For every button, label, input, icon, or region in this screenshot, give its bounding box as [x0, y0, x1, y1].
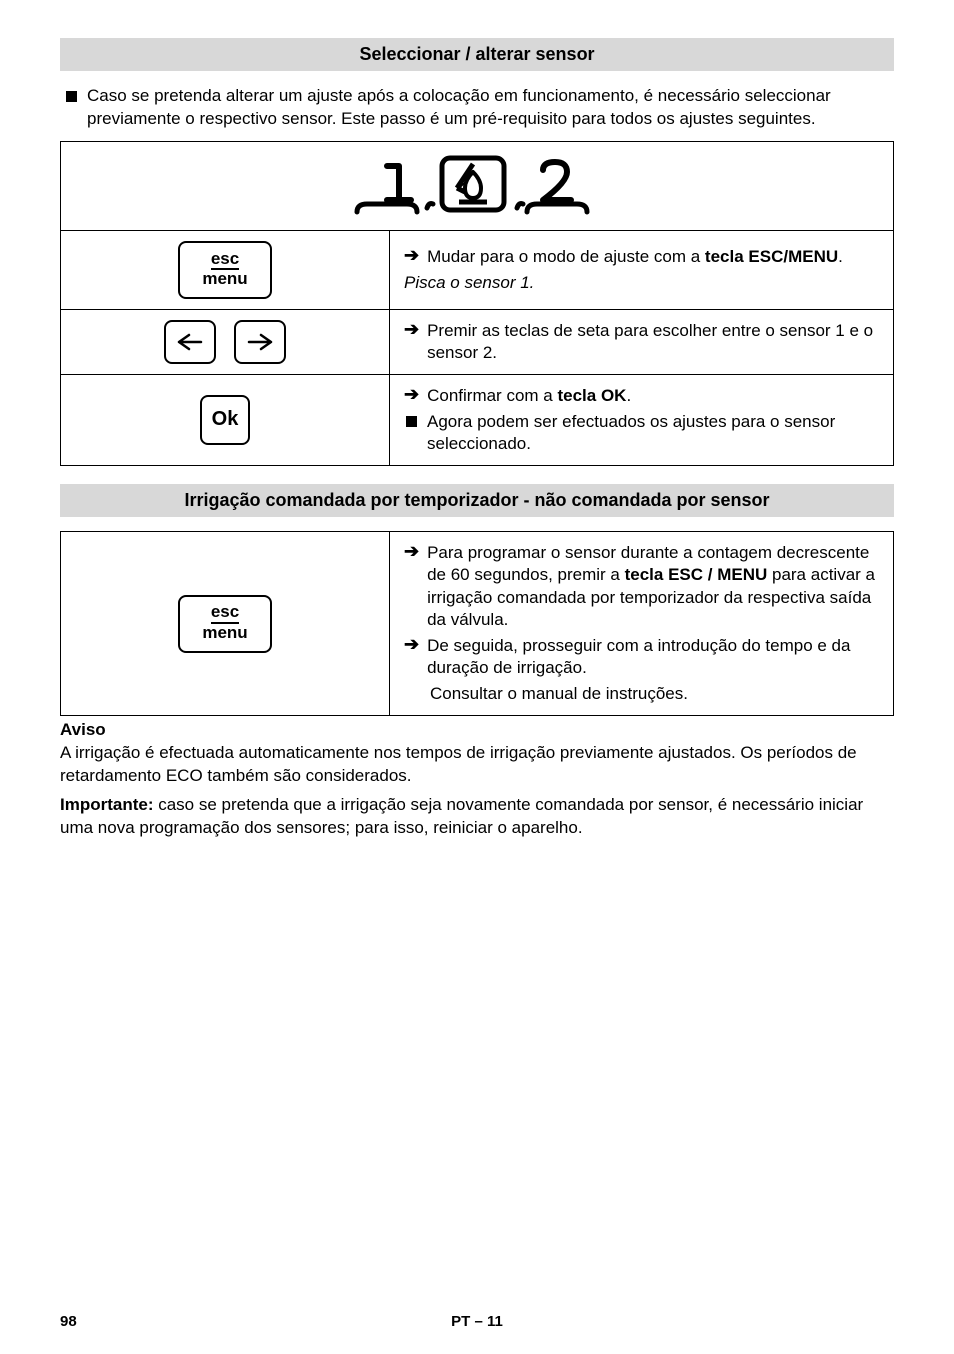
arrow-right-icon: ➔ [404, 635, 419, 655]
intro-paragraph: Caso se pretenda alterar um ajuste após … [60, 85, 894, 131]
arrow-right-icon: ➔ [404, 542, 419, 562]
sensor-1-2-icon [347, 152, 607, 220]
row4-text-cell: ➔ Confirmar com a tecla OK. Agora podem … [390, 375, 894, 466]
arrow-right-icon: ➔ [404, 385, 419, 405]
row2-text-cell: ➔ Mudar para o modo de ajuste com a tecl… [390, 230, 894, 309]
esc-menu-button-cell-2: esc menu [61, 532, 390, 716]
menu-label-2: menu [202, 624, 247, 642]
row4-line1-bold: tecla OK [557, 386, 626, 405]
row3-text-cell: ➔ Premir as teclas de seta para escolher… [390, 309, 894, 374]
arrow-buttons-cell [61, 309, 390, 374]
sensor-glyph-cell [61, 141, 894, 230]
arrow-right-icon: ➔ [404, 320, 419, 340]
s2-line2: De seguida, prosseguir com a introdução … [427, 635, 879, 679]
s2-line3: Consultar o manual de instruções. [430, 683, 879, 705]
section-title-1: Seleccionar / alterar sensor [60, 38, 894, 71]
row4-line1-c: . [626, 386, 631, 405]
esc-menu-button-icon: esc menu [178, 595, 272, 653]
row3-line: Premir as teclas de seta para escolher e… [427, 320, 879, 364]
instruction-table-2: esc menu ➔ Para programar o sensor duran… [60, 531, 894, 716]
section-title-2: Irrigação comandada por temporizador - n… [60, 484, 894, 517]
row2-line1-bold: tecla ESC/MENU [705, 247, 838, 266]
s2-text-cell: ➔ Para programar o sensor durante a cont… [390, 532, 894, 716]
menu-label: menu [202, 270, 247, 288]
row2-line1-c: . [838, 247, 843, 266]
row2-line2: Pisca o sensor 1. [404, 272, 879, 294]
row2-line1: Mudar para o modo de ajuste com a tecla … [427, 246, 879, 268]
row4-line1: Confirmar com a tecla OK. [427, 385, 879, 407]
ok-label: Ok [212, 409, 239, 430]
arrow-right-icon: ➔ [404, 246, 419, 266]
esc-label-2: esc [211, 603, 239, 624]
instruction-table-1: esc menu ➔ Mudar para o modo de ajuste c… [60, 141, 894, 466]
s2-line1: Para programar o sensor durante a contag… [427, 542, 879, 630]
bullet-square-icon [66, 91, 77, 102]
aviso-p2-text: caso se pretenda que a irrigação seja no… [60, 795, 863, 837]
row2-line1-a: Mudar para o modo de ajuste com a [427, 247, 705, 266]
row4-line1-a: Confirmar com a [427, 386, 557, 405]
aviso-paragraph-1: A irrigação é efectuada automaticamente … [60, 742, 894, 788]
ok-button-icon: Ok [200, 395, 251, 445]
esc-menu-button-icon: esc menu [178, 241, 272, 299]
arrow-right-button-icon [234, 320, 286, 364]
footer-center: PT – 11 [60, 1313, 894, 1330]
esc-menu-button-cell: esc menu [61, 230, 390, 309]
aviso-p2-bold: Importante: [60, 795, 154, 814]
intro-text: Caso se pretenda alterar um ajuste após … [87, 85, 894, 131]
esc-label: esc [211, 250, 239, 271]
aviso-heading: Aviso [60, 720, 894, 740]
row4-line2: Agora podem ser efectuados os ajustes pa… [427, 411, 879, 455]
ok-button-cell: Ok [61, 375, 390, 466]
bullet-square-icon [406, 416, 417, 427]
aviso-paragraph-2: Importante: caso se pretenda que a irrig… [60, 794, 894, 840]
arrow-left-button-icon [164, 320, 216, 364]
s2-line1-bold: tecla ESC / MENU [625, 565, 768, 584]
